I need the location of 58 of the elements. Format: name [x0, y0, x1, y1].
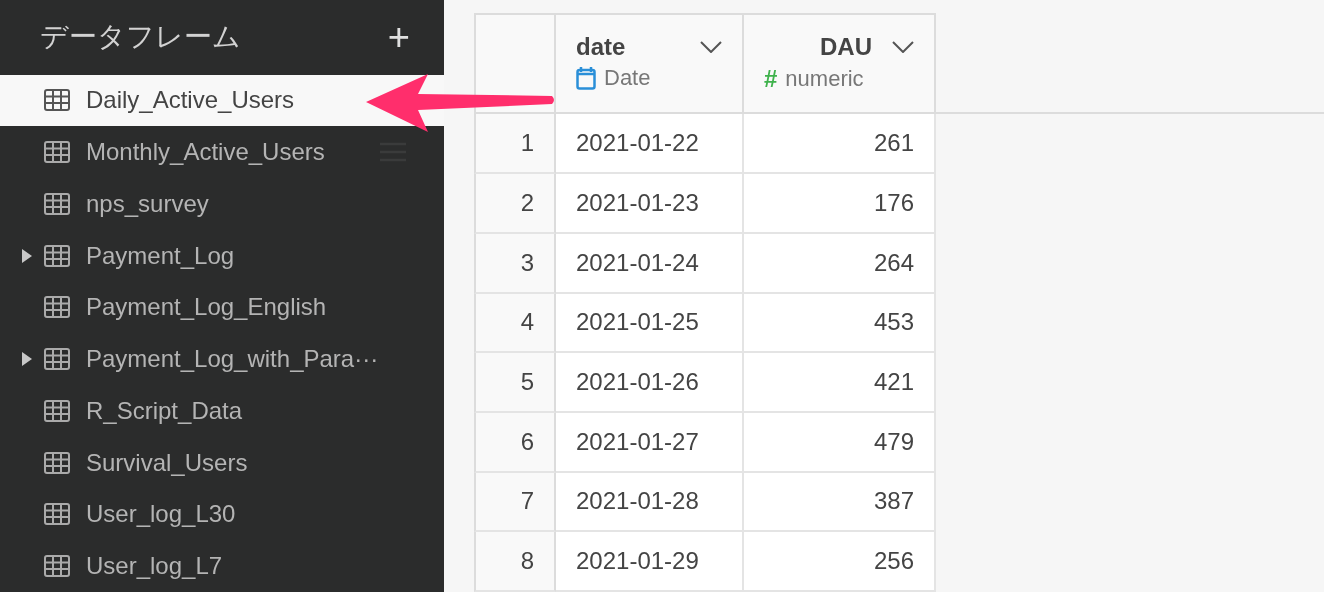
column-type: numeric: [785, 66, 864, 92]
table-icon: [44, 503, 70, 526]
dataframe-item[interactable]: User_log_L7: [0, 540, 444, 592]
row-number: 5: [474, 353, 556, 413]
row-number: 4: [474, 293, 556, 354]
table-icon: [44, 141, 70, 164]
column-type: Date: [604, 65, 651, 91]
dataframe-item[interactable]: Payment_Log: [0, 229, 444, 282]
column-header[interactable]: date Date: [556, 13, 744, 113]
column-header[interactable]: DAU # numeric: [744, 13, 936, 113]
table-icon: [44, 296, 70, 319]
row-number: 1: [474, 114, 556, 175]
dataframe-item[interactable]: User_log_L30: [0, 488, 444, 541]
table-cell: 2021-01-26: [556, 353, 744, 413]
row-number: 8: [474, 532, 556, 592]
sidebar-title: データフレーム: [40, 20, 241, 55]
dataframe-item[interactable]: Payment_Log_English: [0, 281, 444, 334]
table-cell: 2021-01-28: [556, 472, 744, 533]
table-cell: 387: [744, 472, 936, 533]
table-icon: [44, 89, 70, 112]
row-number: 7: [474, 472, 556, 533]
expand-triangle-icon[interactable]: [22, 352, 32, 367]
row-number: 6: [474, 412, 556, 473]
table-icon: [44, 399, 70, 422]
calendar-icon: [576, 66, 596, 90]
chevron-down-icon[interactable]: [892, 41, 914, 53]
table-icon: [44, 348, 70, 371]
table-cell: 2021-01-25: [556, 293, 744, 354]
table-cell: 264: [744, 233, 936, 294]
table-icon: [44, 555, 70, 578]
table-cell: 421: [744, 353, 936, 413]
dataframe-item[interactable]: nps_survey: [0, 178, 444, 230]
table-icon: [44, 244, 70, 267]
row-number: 3: [474, 233, 556, 294]
table-cell: 261: [744, 114, 936, 175]
dataframe-item[interactable]: R_Script_Data: [0, 385, 444, 437]
number-icon: #: [764, 65, 778, 93]
column-name: date: [576, 33, 626, 61]
dataframe-item[interactable]: Survival_Users: [0, 436, 444, 489]
table-cell: 2021-01-27: [556, 412, 744, 473]
table-icon: [44, 192, 70, 215]
table-cell: 2021-01-22: [556, 114, 744, 175]
dataframe-item[interactable]: Daily_Active_Users: [0, 74, 444, 127]
column-name: DAU: [820, 33, 872, 61]
table-icon: [44, 451, 70, 474]
table-cell: 256: [744, 532, 936, 592]
dataframe-item[interactable]: Monthly_Active_Users: [0, 126, 444, 179]
table-cell: 453: [744, 293, 936, 354]
chevron-down-icon[interactable]: [700, 41, 722, 53]
table-cell: 176: [744, 174, 936, 234]
row-number: 2: [474, 174, 556, 234]
add-button[interactable]: +: [383, 18, 414, 57]
expand-triangle-icon[interactable]: [22, 248, 32, 263]
table-cell: 2021-01-23: [556, 174, 744, 234]
table-cell: 2021-01-24: [556, 233, 744, 294]
table-cell: 479: [744, 412, 936, 473]
dataframe-item[interactable]: Payment_Log_with_Para···: [0, 333, 444, 386]
table-cell: 2021-01-29: [556, 532, 744, 592]
